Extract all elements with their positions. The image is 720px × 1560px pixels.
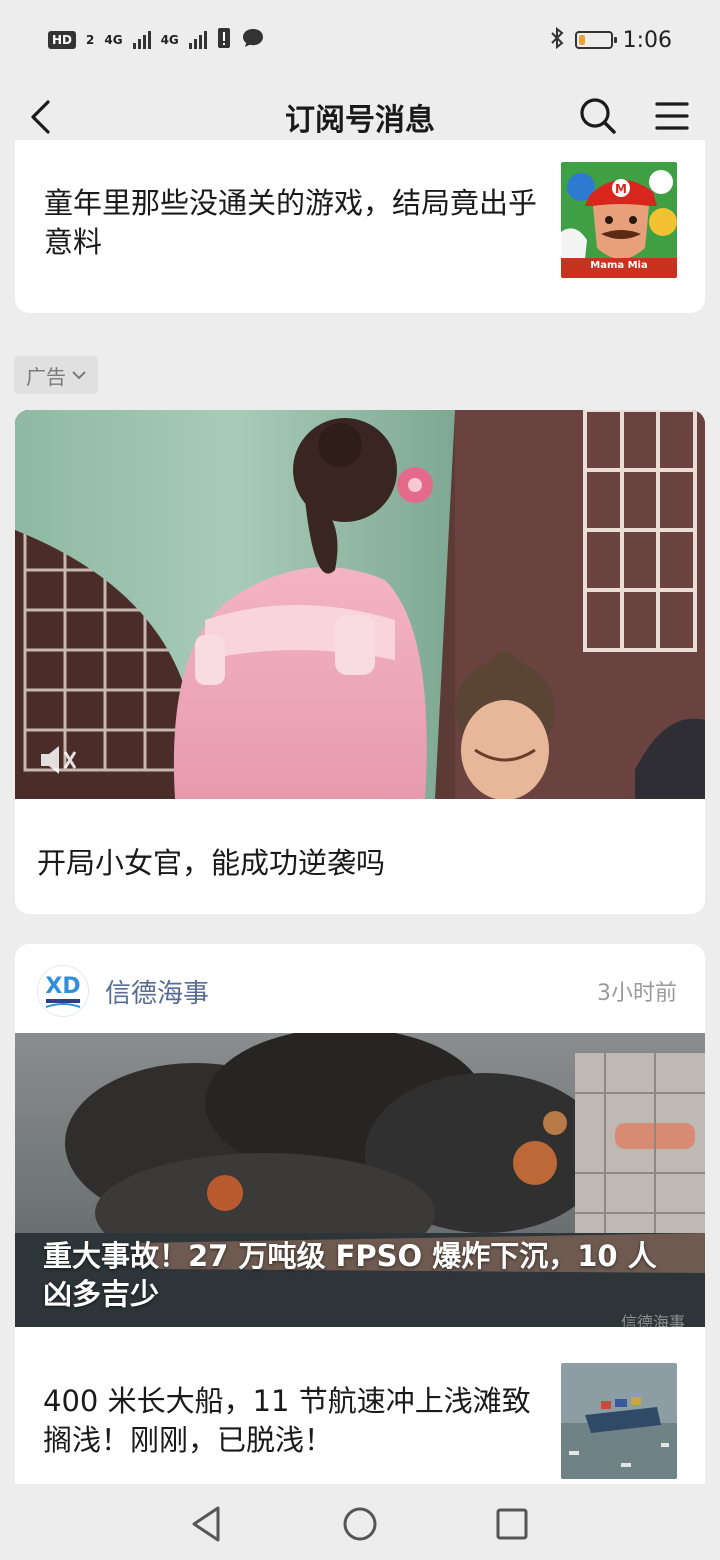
clock: 1:06 [622,27,672,53]
account-name[interactable]: 信德海事 [105,973,209,1010]
hero-watermark: 信德海事 [620,1313,685,1327]
svg-text:M: M [615,182,627,196]
circle-home-icon [343,1507,377,1541]
status-left: HD 2 4G 4G [48,27,265,53]
chevron-left-icon [31,100,50,134]
ad-label-text: 广告 [26,364,66,389]
nav-recents-button[interactable] [492,1504,532,1544]
system-nav-bar [0,1484,720,1560]
sim-number: 2 [86,33,95,47]
bluetooth-icon [549,26,565,54]
news-hero[interactable]: 重大事故！27 万吨级 FPSO 爆炸下沉，10 人凶多吉少 信德海事 [15,1033,705,1327]
page-title: 订阅号消息 [285,103,435,138]
nav-back-button[interactable] [186,1504,226,1544]
thumbnail-caption: Mama Mia [590,260,648,271]
hd-badge: HD [48,31,77,49]
back-button[interactable] [20,94,60,140]
article-thumbnail: M Mama Mia [561,162,677,278]
triangle-back-icon [192,1506,220,1542]
network-type-2: 4G [160,33,179,47]
nav-home-button[interactable] [340,1504,380,1544]
search-icon [580,98,616,134]
ad-title: 开局小女官，能成功逆袭吗 [37,846,386,880]
volume-muted-icon [41,746,77,774]
message-icon [241,27,265,53]
search-button[interactable] [574,92,622,140]
status-right: 1:06 [549,26,672,54]
menu-button[interactable] [648,92,696,140]
account-avatar[interactable]: XD [37,965,89,1017]
news-card[interactable]: XD 信德海事 3小时前 重大事故！27 万吨级 FPSO 爆炸下沉，10 人凶… [15,944,705,1484]
menu-icon [655,102,689,130]
signal-icon [132,31,151,49]
network-type-1: 4G [104,33,123,47]
ad-label[interactable]: 广告 [14,356,98,394]
ad-card[interactable]: 开局小女官，能成功逆袭吗 [15,410,705,914]
chevron-down-icon [72,371,86,380]
article-title: 童年里那些没通关的游戏，结局竟出乎意料 [44,186,538,259]
svg-text:XD: XD [45,974,80,999]
account-row[interactable]: XD 信德海事 3小时前 [37,965,677,1017]
article-card[interactable]: 童年里那些没通关的游戏，结局竟出乎意料 M Mama Mia [15,140,705,313]
battery-level [578,35,585,45]
news-item-title[interactable]: 400 米长大船，11 节航速冲上浅滩致搁浅！刚刚，已脱浅！ [43,1382,543,1460]
hero-title: 重大事故！27 万吨级 FPSO 爆炸下沉，10 人凶多吉少 [43,1239,657,1311]
square-recents-icon [496,1508,528,1540]
notification-icon [217,27,231,53]
battery-icon [574,31,617,49]
signal-icon-2 [188,31,207,49]
ad-video[interactable] [15,410,705,799]
post-time: 3小时前 [597,981,677,1006]
mute-button[interactable] [35,740,79,780]
news-item-thumbnail[interactable] [561,1363,677,1479]
status-bar: HD 2 4G 4G 1:06 [0,0,720,80]
